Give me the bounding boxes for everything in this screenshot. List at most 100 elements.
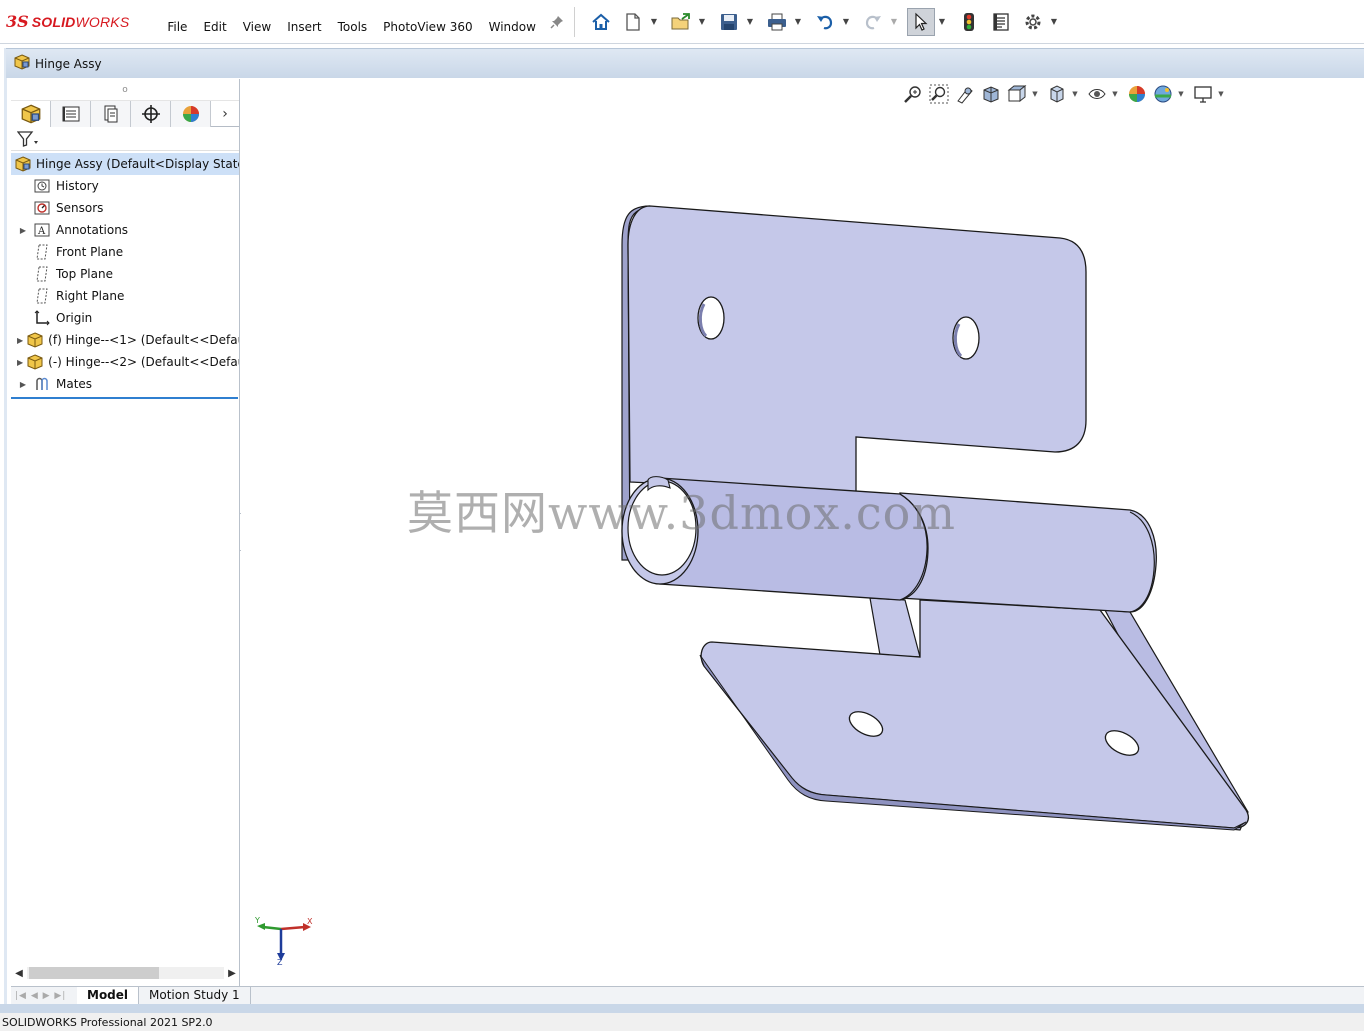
undo-dropdown-icon[interactable]: ▼ [841,8,851,36]
tree-item-top-plane[interactable]: Top Plane [11,263,239,285]
tree-filter[interactable] [11,127,239,151]
menu-tools[interactable]: Tools [330,0,376,44]
tree-item-label: (f) Hinge--<1> (Default<<Default [48,333,239,347]
plane-icon [33,287,51,305]
tree-item-front-plane[interactable]: Front Plane [11,241,239,263]
tree-item-mates[interactable]: ▶ Mates [11,373,239,395]
tree-item-label: Origin [56,311,93,325]
feature-manager-tabs: › [11,101,239,127]
svg-text:A: A [37,226,46,237]
upper-hinge-leaf[interactable] [627,205,1087,493]
logo-brand-rest: WORKS [75,13,130,30]
expand-arrow-icon[interactable]: ▶ [17,226,29,235]
tree-root-label: Hinge Assy (Default<Display State-1> [36,157,239,171]
tree-item-annotations[interactable]: ▶ A Annotations [11,219,239,241]
scroll-right-arrow-icon[interactable]: ▶ [224,968,240,979]
tree-item-hinge-1[interactable]: ▶ (f) Hinge--<1> (Default<<Default [11,329,239,351]
redo-dropdown-icon[interactable]: ▼ [889,8,899,36]
options-icon[interactable] [1019,8,1047,36]
logo-brand-bold: SOLID [31,13,76,30]
scroll-left-arrow-icon[interactable]: ◀ [11,968,27,979]
feature-tree-icon [21,104,40,124]
sensors-icon [33,199,51,217]
expand-arrow-icon[interactable]: ▶ [17,336,23,345]
save-dropdown-icon[interactable]: ▼ [745,8,755,36]
undo-icon[interactable] [811,8,839,36]
tree-item-right-plane[interactable]: Right Plane [11,285,239,307]
rebuild-icon[interactable] [955,8,983,36]
bottom-tab-bar: |◀ ◀ ▶ ▶| Model Motion Study 1 [11,986,1364,1005]
tree-item-label: Annotations [56,223,129,237]
menu-window[interactable]: Window [481,0,544,44]
configuration-icon [104,105,117,123]
feature-tree: Hinge Assy (Default<Display State-1> His… [11,151,239,399]
select-icon[interactable] [906,7,935,36]
open-icon[interactable] [667,8,695,36]
assembly-icon [15,155,31,173]
tree-item-label: Right Plane [56,289,125,303]
display-manager-icon [182,106,199,122]
options-dropdown-icon[interactable]: ▼ [1049,8,1059,36]
tree-root-assembly[interactable]: Hinge Assy (Default<Display State-1> [11,153,239,175]
dimxpert-manager-tab[interactable] [131,101,171,127]
file-properties-icon[interactable] [987,8,1015,36]
tab-model[interactable]: Model [77,986,140,1005]
standard-toolbar: ▼ ▼ ▼ ▼ ▼ ▼ ▼ ▼ [585,0,1065,44]
lower-hinge-leaf[interactable] [700,599,1249,829]
more-tabs-chevron-icon[interactable]: › [211,101,239,126]
tree-item-label: Top Plane [56,267,113,281]
part-icon [27,353,43,371]
feature-manager-panel: o › Hinge Assy (Default<Display Stat His… [11,79,240,987]
history-icon [33,177,51,195]
expand-arrow-icon[interactable]: ▶ [17,380,29,389]
property-manager-tab[interactable] [51,101,91,127]
redo-icon[interactable] [859,8,887,36]
tree-item-history[interactable]: History [11,175,239,197]
tree-item-origin[interactable]: Origin [11,307,239,329]
menu-file[interactable]: File [159,0,195,44]
tree-item-hinge-2[interactable]: ▶ (-) Hinge--<2> (Default<<Default [11,351,239,373]
menu-edit[interactable]: Edit [195,0,234,44]
tree-item-sensors[interactable]: Sensors [11,197,239,219]
panel-horizontal-scrollbar[interactable]: ◀ ▶ [11,965,240,981]
configuration-manager-tab[interactable] [91,101,131,127]
scroll-track[interactable] [27,967,224,979]
property-list-icon [62,106,79,122]
lower-leaf-neck[interactable] [869,597,921,658]
solidworks-logo[interactable]: 3S SOLIDWORKS [6,0,129,44]
menu-photoview[interactable]: PhotoView 360 [375,0,480,44]
status-text: SOLIDWORKS Professional 2021 SP2.0 [2,1015,213,1029]
tab-motion-study-1[interactable]: Motion Study 1 [139,986,251,1005]
select-dropdown-icon[interactable]: ▼ [937,8,947,36]
scroll-thumb[interactable] [29,967,159,979]
expand-arrow-icon[interactable]: ▶ [17,358,23,367]
window-frame-bottom [0,1004,1364,1013]
solidworks-window: 3S SOLIDWORKS File Edit View Insert Tool… [0,0,1364,1031]
menu-view[interactable]: View [235,0,279,44]
menu-insert[interactable]: Insert [279,0,329,44]
display-manager-tab[interactable] [171,101,211,127]
triad-z-label: Z [277,958,283,965]
save-icon[interactable] [715,8,743,36]
tab-navigation-arrows[interactable]: |◀ ◀ ▶ ▶| [11,991,77,1001]
annotations-icon: A [33,221,51,239]
menu-bar: 3S SOLIDWORKS File Edit View Insert Tool… [0,0,1364,44]
graphics-area[interactable]: ▼ ▼ ▼ ▼ ▼ 莫西网www.3dmox.com X Y Z [241,79,1364,987]
toolbar-separator [573,6,575,37]
pin-menu-icon[interactable] [548,0,566,44]
rollback-bar[interactable] [11,397,238,399]
dimxpert-icon [141,105,160,123]
print-dropdown-icon[interactable]: ▼ [793,8,803,36]
tree-item-label: History [56,179,99,193]
tree-item-label: Sensors [56,201,104,215]
menu-list: File Edit View Insert Tools PhotoView 36… [159,0,544,44]
new-document-icon[interactable] [619,8,647,36]
print-icon[interactable] [763,8,791,36]
new-dropdown-icon[interactable]: ▼ [649,8,659,36]
tree-item-label: Front Plane [56,245,124,259]
open-dropdown-icon[interactable]: ▼ [697,8,707,36]
assembly-icon [14,54,30,73]
feature-manager-tab[interactable] [11,101,51,127]
panel-grip[interactable]: o [11,79,239,101]
home-icon[interactable] [587,8,615,36]
